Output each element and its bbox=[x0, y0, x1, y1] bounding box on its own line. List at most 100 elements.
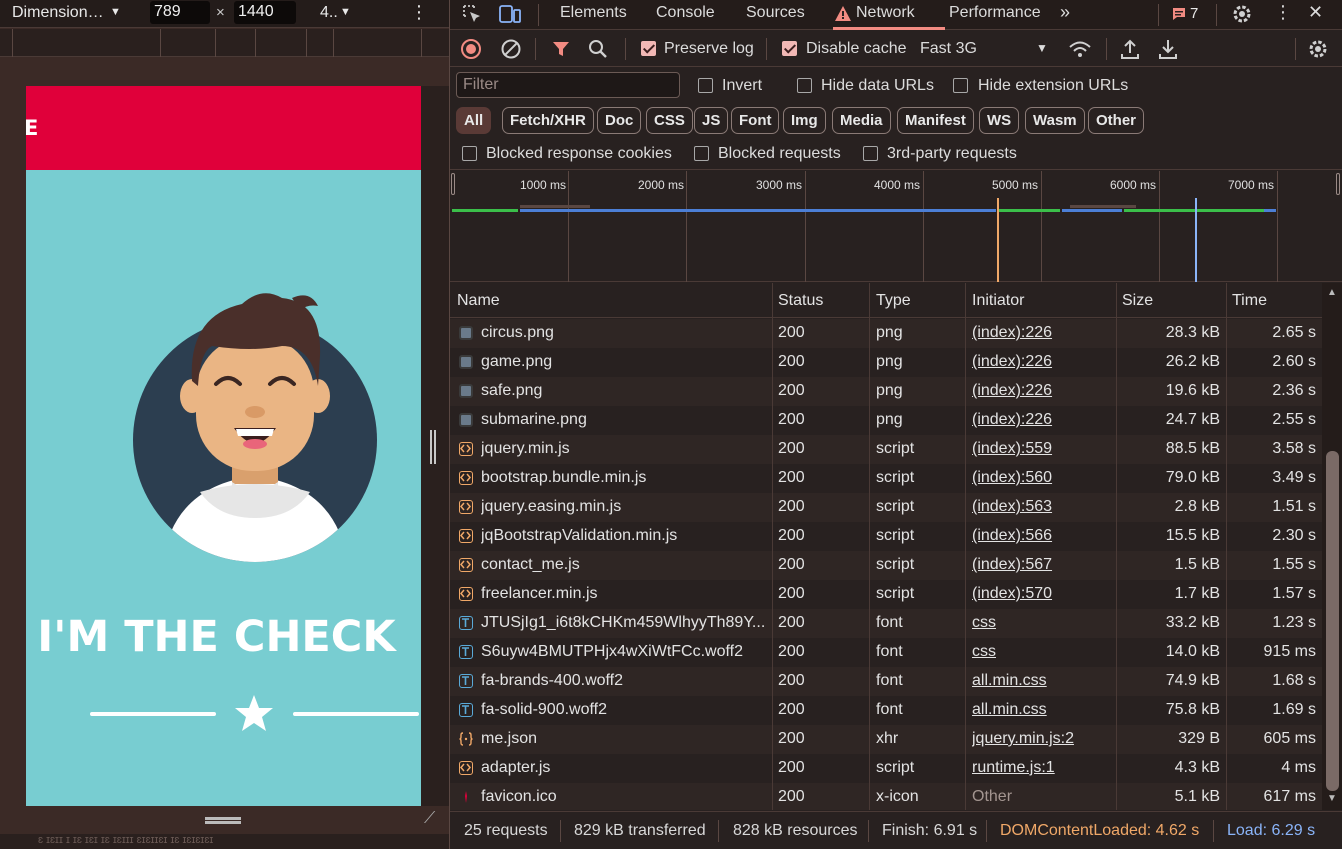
cell-initiator[interactable]: (index):567 bbox=[972, 556, 1112, 574]
chevron-down-icon[interactable]: ▼ bbox=[340, 6, 351, 18]
device-select[interactable]: Dimension… bbox=[12, 4, 104, 22]
cell-initiator[interactable]: (index):226 bbox=[972, 324, 1112, 342]
cell-name[interactable]: submarine.png bbox=[481, 411, 766, 429]
table-row[interactable]: circus.png 200 png (index):226 28.3 kB 2.65 s bbox=[450, 319, 1322, 348]
table-row[interactable]: game.png 200 png (index):226 26.2 kB 2.60 s bbox=[450, 348, 1322, 377]
pane-splitter[interactable] bbox=[430, 430, 432, 464]
table-row[interactable]: safe.png 200 png (index):226 19.6 kB 2.36 s bbox=[450, 377, 1322, 406]
cell-initiator[interactable]: all.min.css bbox=[972, 701, 1112, 719]
cell-initiator[interactable]: (index):570 bbox=[972, 585, 1112, 603]
cell-name[interactable]: circus.png bbox=[481, 324, 766, 342]
blocked-requests-checkbox[interactable] bbox=[694, 146, 709, 161]
table-row[interactable]: bootstrap.bundle.min.js 200 script (index):… bbox=[450, 464, 1322, 493]
more-tabs-icon[interactable]: » bbox=[1060, 2, 1070, 23]
resize-corner-icon[interactable]: ⟋ bbox=[424, 810, 435, 828]
table-row[interactable]: freelancer.min.js 200 script (index):570 1.7… bbox=[450, 580, 1322, 609]
chevron-down-icon[interactable]: ▼ bbox=[1036, 41, 1048, 55]
cell-name[interactable]: freelancer.min.js bbox=[481, 585, 766, 603]
network-settings-gear-icon[interactable] bbox=[1307, 38, 1329, 60]
device-toolbar-icon[interactable] bbox=[498, 3, 522, 25]
zoom-select[interactable]: 4.. bbox=[320, 4, 338, 22]
network-conditions-icon[interactable] bbox=[1068, 39, 1092, 59]
preserve-log-checkbox[interactable] bbox=[641, 41, 656, 56]
cell-initiator[interactable]: (index):566 bbox=[972, 527, 1112, 545]
table-row[interactable]: adapter.js 200 script runtime.js:1 4.3 kB 4 m… bbox=[450, 754, 1322, 783]
import-har-icon[interactable] bbox=[1120, 38, 1140, 60]
hide-extension-urls-checkbox[interactable] bbox=[953, 78, 968, 93]
chevron-down-icon[interactable]: ▼ bbox=[110, 6, 121, 18]
record-stop-icon[interactable] bbox=[460, 38, 482, 60]
column-header-type[interactable]: Type bbox=[876, 292, 911, 310]
invert-checkbox[interactable] bbox=[698, 78, 713, 93]
cell-name[interactable]: contact_me.js bbox=[481, 556, 766, 574]
table-row[interactable]: jquery.easing.min.js 200 script (index):563… bbox=[450, 493, 1322, 522]
resize-handle-bottom[interactable] bbox=[205, 817, 241, 820]
overview-handle-right[interactable] bbox=[1336, 173, 1340, 195]
cell-initiator[interactable]: (index):560 bbox=[972, 469, 1112, 487]
filter-chip-font[interactable]: Font bbox=[731, 107, 780, 134]
filter-chip-js[interactable]: JS bbox=[694, 107, 729, 134]
cell-initiator[interactable]: (index):226 bbox=[972, 411, 1112, 429]
table-row[interactable]: S6uyw4BMUTPHjx4wXiWtFCc.woff2 200 font css 1… bbox=[450, 638, 1322, 667]
cell-initiator[interactable]: all.min.css bbox=[972, 672, 1112, 690]
table-row[interactable]: me.json 200 xhr jquery.min.js:2 329 B 605 ms bbox=[450, 725, 1322, 754]
cell-name[interactable]: fa-brands-400.woff2 bbox=[481, 672, 766, 690]
network-overview-timeline[interactable]: 1000 ms 2000 ms 3000 ms 4000 ms 5000 ms … bbox=[450, 171, 1342, 282]
filter-chip-manifest[interactable]: Manifest bbox=[897, 107, 974, 134]
emulated-viewport[interactable]: E , I'M THE CHECK bbox=[26, 86, 421, 806]
cell-name[interactable]: adapter.js bbox=[481, 759, 766, 777]
export-har-icon[interactable] bbox=[1158, 38, 1178, 60]
throttling-select[interactable]: Fast 3G bbox=[920, 40, 977, 58]
cell-initiator[interactable]: css bbox=[972, 614, 1112, 632]
cell-name[interactable]: game.png bbox=[481, 353, 766, 371]
third-party-label[interactable]: 3rd-party requests bbox=[887, 145, 1017, 163]
blocked-requests-label[interactable]: Blocked requests bbox=[718, 145, 841, 163]
cell-name[interactable]: fa-solid-900.woff2 bbox=[481, 701, 766, 719]
cell-name[interactable]: safe.png bbox=[481, 382, 766, 400]
hide-extension-urls-label[interactable]: Hide extension URLs bbox=[978, 77, 1128, 95]
cell-initiator[interactable]: (index):563 bbox=[972, 498, 1112, 516]
column-header-size[interactable]: Size bbox=[1122, 292, 1153, 310]
cell-name[interactable]: jqBootstrapValidation.min.js bbox=[481, 527, 766, 545]
column-header-time[interactable]: Time bbox=[1232, 292, 1267, 310]
filter-chip-css[interactable]: CSS bbox=[646, 107, 693, 134]
filter-chip-media[interactable]: Media bbox=[832, 107, 891, 134]
filter-chip-all[interactable]: All bbox=[456, 107, 492, 134]
filter-input[interactable] bbox=[456, 72, 680, 98]
hide-data-urls-label[interactable]: Hide data URLs bbox=[821, 77, 934, 95]
height-input[interactable]: 1440 bbox=[234, 1, 296, 24]
scrollbar-thumb[interactable] bbox=[1326, 451, 1339, 791]
disable-cache-label[interactable]: Disable cache bbox=[806, 40, 907, 58]
table-scrollbar[interactable]: ▲ ▼ bbox=[1322, 283, 1342, 810]
more-options-icon[interactable]: ⋮ bbox=[1274, 2, 1292, 23]
width-input[interactable]: 789 bbox=[150, 1, 210, 24]
cell-initiator[interactable]: (index):226 bbox=[972, 353, 1112, 371]
blocked-cookies-checkbox[interactable] bbox=[462, 146, 477, 161]
hide-data-urls-checkbox[interactable] bbox=[797, 78, 812, 93]
clear-icon[interactable] bbox=[500, 38, 522, 60]
table-row[interactable]: submarine.png 200 png (index):226 24.7 kB 2.5… bbox=[450, 406, 1322, 435]
third-party-checkbox[interactable] bbox=[863, 146, 878, 161]
cell-name[interactable]: jquery.min.js bbox=[481, 440, 766, 458]
cell-initiator[interactable]: jquery.min.js:2 bbox=[972, 730, 1112, 748]
cell-name[interactable]: JTUSjIg1_i6t8kCHKm459WlhyyTh89Y.... bbox=[481, 614, 766, 632]
table-row[interactable]: fa-brands-400.woff2 200 font all.min.css 74.… bbox=[450, 667, 1322, 696]
tab-sources[interactable]: Sources bbox=[746, 4, 805, 22]
column-header-name[interactable]: Name bbox=[457, 292, 500, 310]
cell-initiator[interactable]: (index):226 bbox=[972, 382, 1112, 400]
filter-chip-doc[interactable]: Doc bbox=[597, 107, 642, 134]
tab-console[interactable]: Console bbox=[656, 4, 715, 22]
issues-icon[interactable] bbox=[1172, 7, 1186, 21]
table-row[interactable]: contact_me.js 200 script (index):567 1.5 kB 1… bbox=[450, 551, 1322, 580]
cell-name[interactable]: bootstrap.bundle.min.js bbox=[481, 469, 766, 487]
cell-name[interactable]: jquery.easing.min.js bbox=[481, 498, 766, 516]
overview-handle-left[interactable] bbox=[451, 173, 455, 195]
cell-initiator[interactable]: (index):559 bbox=[972, 440, 1112, 458]
table-row[interactable]: favicon.ico 200 x-icon Other 5.1 kB 617 ms bbox=[450, 783, 1322, 810]
cell-initiator[interactable]: runtime.js:1 bbox=[972, 759, 1112, 777]
settings-gear-icon[interactable] bbox=[1231, 3, 1253, 25]
disable-cache-checkbox[interactable] bbox=[782, 41, 797, 56]
inspect-element-icon[interactable] bbox=[461, 3, 483, 25]
preserve-log-label[interactable]: Preserve log bbox=[664, 40, 754, 58]
filter-chip-other[interactable]: Other bbox=[1088, 107, 1145, 134]
